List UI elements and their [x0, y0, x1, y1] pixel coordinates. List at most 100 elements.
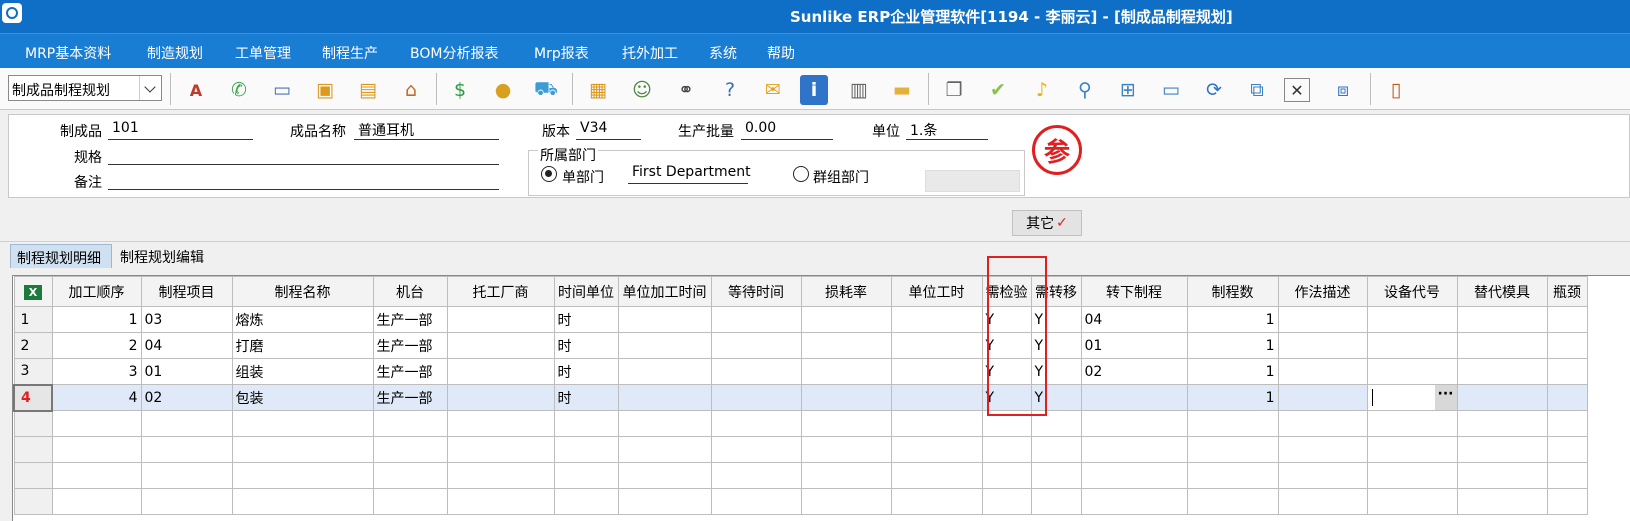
row-number[interactable] — [13, 462, 53, 489]
folder-icon[interactable]: ▬ — [886, 75, 918, 105]
menu-mrp-basic[interactable]: MRP基本资料 — [25, 43, 111, 63]
remark-field[interactable] — [108, 170, 499, 190]
row-number[interactable] — [13, 436, 53, 463]
money-bag-icon[interactable]: ● — [487, 75, 519, 105]
empty-cell[interactable] — [710, 462, 802, 489]
empty-cell[interactable] — [1456, 436, 1548, 463]
empty-cell[interactable] — [1277, 462, 1368, 489]
cell-method-desc[interactable] — [1277, 332, 1368, 359]
cell-next-process[interactable]: 02 — [1080, 358, 1188, 385]
cell-inspect[interactable]: Y — [981, 306, 1032, 333]
cell-seq[interactable]: 1 — [51, 306, 142, 333]
cell-time-unit[interactable]: 时 — [553, 306, 619, 333]
cell-bottleneck[interactable] — [1546, 332, 1588, 359]
empty-cell[interactable] — [1277, 488, 1368, 515]
empty-cell[interactable] — [51, 488, 142, 515]
empty-cell[interactable] — [981, 436, 1032, 463]
empty-cell[interactable] — [140, 462, 233, 489]
menu-work-order[interactable]: 工单管理 — [235, 43, 291, 63]
cell-equipment-code[interactable] — [1366, 358, 1458, 385]
empty-cell[interactable] — [1030, 410, 1082, 437]
link-icon[interactable]: ⚭ — [670, 75, 702, 105]
empty-cell[interactable] — [800, 436, 892, 463]
cell-equipment-code[interactable] — [1366, 332, 1458, 359]
empty-cell[interactable] — [1546, 410, 1588, 437]
cell-loss-rate[interactable] — [800, 358, 892, 385]
empty-cell[interactable] — [553, 436, 619, 463]
row-number[interactable] — [13, 488, 53, 515]
copy-icon[interactable]: ❐ — [938, 75, 970, 105]
cell-unit-hours[interactable] — [890, 306, 983, 333]
cell-unit-hours[interactable] — [890, 384, 983, 411]
empty-cell[interactable] — [140, 436, 233, 463]
column-header-item[interactable]: 制程项目 — [140, 276, 233, 307]
empty-cell[interactable] — [1080, 462, 1188, 489]
empty-row[interactable] — [13, 488, 1588, 515]
empty-cell[interactable] — [1366, 488, 1458, 515]
phone-icon[interactable]: ✆ — [223, 75, 255, 105]
empty-cell[interactable] — [1546, 462, 1588, 489]
column-header-process-count[interactable]: 制程数 — [1186, 276, 1279, 307]
empty-cell[interactable] — [1080, 488, 1188, 515]
cell-alt-mold[interactable] — [1456, 358, 1548, 385]
help-doc-icon[interactable]: ? — [714, 75, 746, 105]
cell-seq[interactable]: 3 — [51, 358, 142, 385]
menu-bom-report[interactable]: BOM分析报表 — [410, 43, 498, 63]
equipment-code-editor[interactable]: ··· — [1366, 384, 1458, 411]
empty-cell[interactable] — [710, 488, 802, 515]
column-header-wait-time[interactable]: 等待时间 — [710, 276, 802, 307]
refresh-icon[interactable]: ⟳ — [1198, 75, 1230, 105]
org-chart-icon[interactable]: ⊞ — [1112, 75, 1144, 105]
empty-cell[interactable] — [617, 410, 712, 437]
briefcase-icon[interactable]: ▤ — [352, 75, 384, 105]
mail-icon[interactable]: ✉ — [757, 75, 789, 105]
cell-unit-time[interactable] — [617, 384, 712, 411]
cell-item[interactable]: 02 — [140, 384, 233, 411]
module-select[interactable]: 制成品制程规划 — [8, 75, 162, 101]
menu-outsourcing[interactable]: 托外加工 — [622, 43, 678, 63]
other-button[interactable]: 其它 ✓ — [1012, 210, 1082, 236]
row-number[interactable]: 3 — [13, 358, 53, 385]
empty-cell[interactable] — [231, 436, 374, 463]
empty-cell[interactable] — [890, 462, 983, 489]
empty-cell[interactable] — [890, 488, 983, 515]
cell-method-desc[interactable] — [1277, 384, 1368, 411]
empty-cell[interactable] — [372, 488, 448, 515]
cell-inspect[interactable]: Y — [981, 384, 1032, 411]
product-field[interactable]: 101 — [108, 120, 253, 140]
menu-mrp-report[interactable]: Mrp报表 — [534, 43, 589, 63]
column-header-unit-hours[interactable]: 单位工时 — [890, 276, 983, 307]
cell-process-count[interactable]: 1 — [1186, 384, 1279, 411]
empty-cell[interactable] — [446, 488, 555, 515]
cell-equipment-code[interactable] — [1366, 306, 1458, 333]
cell-alt-mold[interactable] — [1456, 384, 1548, 411]
cell-next-process[interactable]: 01 — [1080, 332, 1188, 359]
empty-cell[interactable] — [446, 436, 555, 463]
chevron-down-icon[interactable] — [139, 76, 161, 100]
row-number[interactable]: 4 — [13, 383, 53, 412]
single-dept-field[interactable]: First Department — [628, 164, 751, 184]
empty-cell[interactable] — [1186, 462, 1279, 489]
empty-cell[interactable] — [51, 436, 142, 463]
empty-cell[interactable] — [553, 462, 619, 489]
home-icon[interactable]: ⌂ — [395, 75, 427, 105]
column-header-next-process[interactable]: 转下制程 — [1080, 276, 1188, 307]
cell-vendor[interactable] — [446, 332, 555, 359]
empty-cell[interactable] — [617, 488, 712, 515]
empty-cell[interactable] — [710, 436, 802, 463]
cell-name[interactable]: 包装 — [231, 384, 374, 411]
empty-cell[interactable] — [1546, 436, 1588, 463]
empty-cell[interactable] — [1080, 436, 1188, 463]
cell-name[interactable]: 组装 — [231, 358, 374, 385]
column-header-name[interactable]: 制程名称 — [231, 276, 374, 307]
unit-field[interactable]: 1.条 — [906, 120, 988, 140]
ok-icon[interactable]: ✔ — [982, 75, 1014, 105]
column-header-alt-mold[interactable]: 替代模具 — [1456, 276, 1548, 307]
empty-cell[interactable] — [1186, 436, 1279, 463]
row-number[interactable]: 1 — [13, 306, 53, 333]
empty-cell[interactable] — [890, 410, 983, 437]
exit-icon[interactable]: ▯ — [1380, 75, 1412, 105]
column-header-unit-time[interactable]: 单位加工时间 — [617, 276, 712, 307]
cell-loss-rate[interactable] — [800, 384, 892, 411]
column-header-equipment-code[interactable]: 设备代号 — [1366, 276, 1458, 307]
